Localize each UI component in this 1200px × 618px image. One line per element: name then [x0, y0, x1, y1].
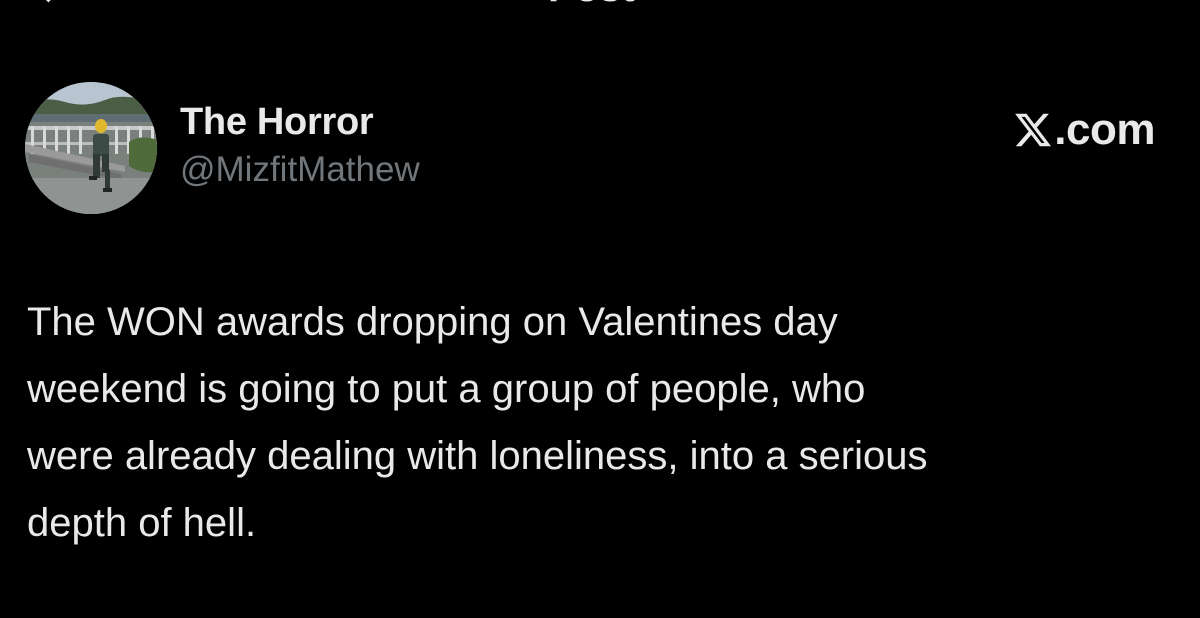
author-display-name[interactable]: The Horror — [180, 100, 420, 144]
page-title: Post — [548, 0, 635, 8]
x-logo-icon — [1015, 113, 1052, 147]
post-text-line: weekend is going to put a group of peopl… — [27, 367, 866, 411]
avatar[interactable] — [25, 82, 157, 214]
brand-domain: .com — [1054, 105, 1155, 154]
author-handle[interactable]: @MizfitMathew — [180, 148, 420, 192]
top-bar: Post — [0, 0, 1200, 10]
post-text-line: were already dealing with loneliness, in… — [27, 434, 928, 478]
post-text-line: The WON awards dropping on Valentines da… — [27, 300, 838, 344]
brand-watermark: .com — [1013, 104, 1155, 156]
author-info[interactable]: The Horror @MizfitMathew — [180, 100, 420, 192]
back-arrow-icon[interactable] — [30, 0, 70, 10]
post-text-line: depth of hell. — [27, 501, 257, 545]
avatar-photo — [25, 82, 157, 214]
post-text: The WON awards dropping on Valentines da… — [27, 289, 1177, 557]
